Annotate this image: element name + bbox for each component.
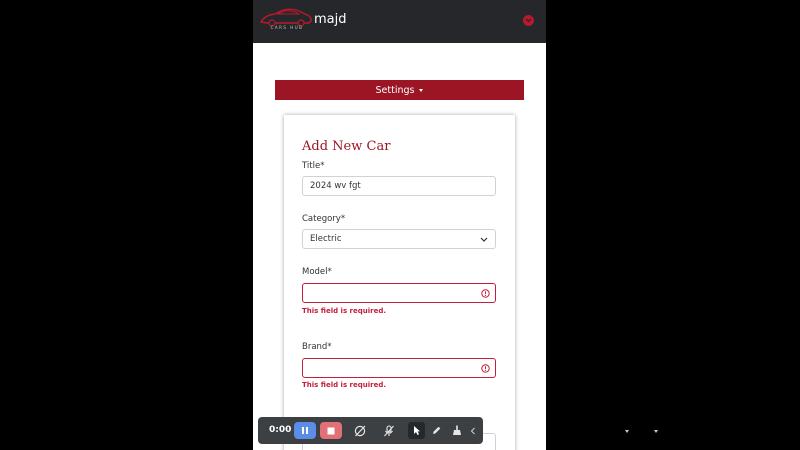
category-select[interactable]: Electric: [302, 229, 496, 249]
title-input-value: 2024 wv fgt: [310, 181, 361, 191]
model-input[interactable]: [302, 283, 496, 303]
caret-down-icon: [419, 88, 424, 92]
user-name: majd: [314, 12, 347, 27]
brand-error-text: This field is required.: [302, 381, 387, 389]
recording-timer: 0:00: [269, 425, 292, 435]
category-select-value: Electric: [310, 234, 342, 244]
mic-options-caret-icon[interactable]: [654, 430, 658, 433]
logo-text: CARS HUB: [270, 25, 304, 30]
camera-off-icon: [354, 425, 365, 436]
mic-off-icon: [384, 424, 394, 436]
form-title: Add New Car: [302, 139, 391, 154]
title-label: Title*: [302, 161, 325, 171]
logo[interactable]: CARS HUB: [259, 6, 313, 32]
chevron-down-icon: [480, 237, 488, 242]
app-viewport: CARS HUB majd Settings Add New Car Title…: [253, 0, 546, 450]
category-label: Category*: [302, 214, 346, 224]
collapse-toolbar-button[interactable]: [467, 422, 479, 439]
screen-recorder-toolbar: 0:00: [258, 417, 658, 444]
model-label: Model*: [302, 267, 332, 277]
error-icon: [481, 289, 490, 298]
pointer-icon: [413, 426, 420, 435]
model-error-text: This field is required.: [302, 307, 387, 315]
collapse-icon: [470, 427, 475, 434]
mic-toggle-button[interactable]: [378, 422, 400, 439]
pen-tool-button[interactable]: [428, 422, 445, 439]
pen-icon: [433, 426, 441, 434]
settings-dropdown-button[interactable]: Settings: [275, 80, 524, 100]
pause-button[interactable]: [294, 422, 316, 439]
camera-toggle-button[interactable]: [349, 422, 371, 439]
title-input[interactable]: 2024 wv fgt: [302, 176, 496, 196]
broom-icon: [452, 425, 461, 435]
pointer-tool-button[interactable]: [408, 422, 425, 439]
clear-drawings-button[interactable]: [448, 422, 465, 439]
pause-icon: [302, 427, 308, 434]
navbar: CARS HUB majd: [253, 0, 546, 43]
error-icon: [481, 364, 490, 373]
stop-button[interactable]: [320, 422, 342, 439]
settings-label: Settings: [375, 84, 415, 96]
camera-options-caret-icon[interactable]: [625, 430, 629, 433]
brand-input[interactable]: [302, 358, 496, 378]
chevron-down-circle-icon[interactable]: [523, 15, 534, 26]
add-car-form-card: Add New Car Title* 2024 wv fgt Category*…: [284, 115, 515, 450]
stop-icon: [327, 427, 335, 434]
brand-label: Brand*: [302, 342, 332, 352]
